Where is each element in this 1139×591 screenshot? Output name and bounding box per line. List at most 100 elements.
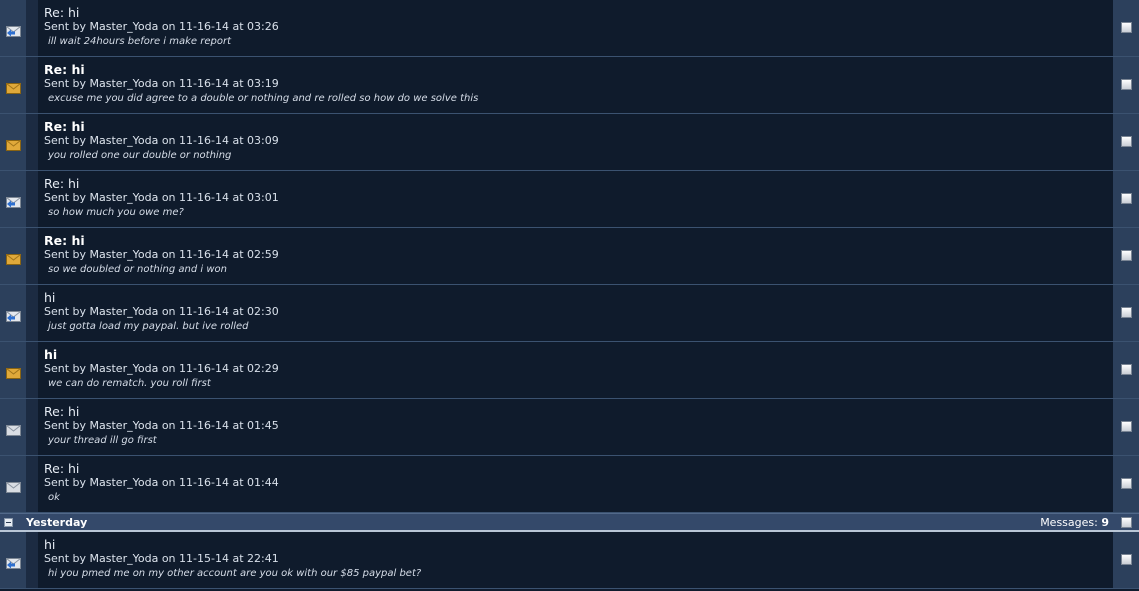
message-date: 11-16-14 (179, 20, 229, 33)
replied-icon (6, 554, 21, 569)
row-separator (26, 532, 38, 588)
message-row[interactable]: hi Sent by Master_Yoda on 11-16-14 at 02… (0, 342, 1139, 399)
message-select-checkbox[interactable] (1121, 250, 1132, 261)
message-date: 11-16-14 (179, 476, 229, 489)
message-time: 02:30 (247, 305, 279, 318)
message-row[interactable]: Re: hi Sent by Master_Yoda on 11-16-14 a… (0, 228, 1139, 285)
group-message-count: Messages: 9 (1040, 516, 1109, 529)
message-snippet: your thread ill go first (48, 435, 157, 446)
message-date: 11-16-14 (179, 191, 229, 204)
message-select-checkbox[interactable] (1121, 22, 1132, 33)
message-date: 11-16-14 (179, 134, 229, 147)
sender-name: Master_Yoda (89, 476, 159, 489)
message-date: 11-16-14 (179, 419, 229, 432)
message-snippet: excuse me you did agree to a double or n… (48, 93, 479, 104)
message-row[interactable]: Re: hi Sent by Master_Yoda on 11-16-14 a… (0, 456, 1139, 513)
message-time: 03:01 (247, 191, 279, 204)
unread-envelope-icon (6, 364, 21, 379)
replied-icon (6, 193, 21, 208)
replied-icon (6, 307, 21, 322)
message-time: 03:26 (247, 20, 279, 33)
unread-envelope-icon (6, 136, 21, 151)
unread-envelope-icon (6, 79, 21, 94)
message-meta: Sent by Master_Yoda on 11-16-14 at 02:29 (44, 362, 279, 375)
message-select-checkbox[interactable] (1121, 478, 1132, 489)
message-snippet: hi you pmed me on my other account are y… (48, 568, 422, 579)
sender-name: Master_Yoda (89, 134, 159, 147)
collapse-toggle-icon[interactable] (4, 518, 13, 527)
replied-icon (6, 22, 21, 37)
message-meta: Sent by Master_Yoda on 11-16-14 at 03:01 (44, 191, 279, 204)
row-separator (26, 114, 38, 170)
message-snippet: so we doubled or nothing and i won (48, 264, 227, 275)
message-date: 11-16-14 (179, 362, 229, 375)
row-separator (26, 171, 38, 227)
message-title-link[interactable]: Re: hi (44, 119, 85, 134)
message-meta: Sent by Master_Yoda on 11-15-14 at 22:41 (44, 552, 279, 565)
row-separator (26, 0, 38, 56)
message-snippet: ok (48, 492, 60, 503)
private-message-list: Re: hi Sent by Master_Yoda on 11-16-14 a… (0, 0, 1139, 589)
message-title-link[interactable]: Re: hi (44, 62, 85, 77)
row-separator (26, 228, 38, 284)
message-time: 01:45 (247, 419, 279, 432)
message-snippet: ill wait 24hours before i make report (48, 36, 232, 47)
message-row[interactable]: Re: hi Sent by Master_Yoda on 11-16-14 a… (0, 114, 1139, 171)
row-separator (26, 285, 38, 341)
message-meta: Sent by Master_Yoda on 11-16-14 at 03:26 (44, 20, 279, 33)
message-select-checkbox[interactable] (1121, 554, 1132, 565)
message-row[interactable]: hi Sent by Master_Yoda on 11-15-14 at 22… (0, 532, 1139, 589)
message-title-link[interactable]: hi (44, 537, 55, 552)
sender-name: Master_Yoda (89, 20, 159, 33)
message-select-checkbox[interactable] (1121, 79, 1132, 90)
message-title-link[interactable]: Re: hi (44, 176, 79, 191)
message-meta: Sent by Master_Yoda on 11-16-14 at 02:59 (44, 248, 279, 261)
message-select-checkbox[interactable] (1121, 136, 1132, 147)
message-title-link[interactable]: Re: hi (44, 233, 85, 248)
message-group-today: Re: hi Sent by Master_Yoda on 11-16-14 a… (0, 0, 1139, 513)
message-row[interactable]: Re: hi Sent by Master_Yoda on 11-16-14 a… (0, 171, 1139, 228)
read-envelope-icon (6, 421, 21, 436)
message-meta: Sent by Master_Yoda on 11-16-14 at 01:45 (44, 419, 279, 432)
message-select-checkbox[interactable] (1121, 193, 1132, 204)
message-date: 11-16-14 (179, 248, 229, 261)
message-select-checkbox[interactable] (1121, 421, 1132, 432)
group-label: Yesterday (26, 516, 88, 529)
message-title-link[interactable]: hi (44, 290, 55, 305)
message-row[interactable]: Re: hi Sent by Master_Yoda on 11-16-14 a… (0, 57, 1139, 114)
message-date: 11-16-14 (179, 305, 229, 318)
message-title-link[interactable]: Re: hi (44, 5, 79, 20)
message-snippet: we can do rematch. you roll first (48, 378, 211, 389)
message-meta: Sent by Master_Yoda on 11-16-14 at 02:30 (44, 305, 279, 318)
message-time: 03:19 (247, 77, 279, 90)
sender-name: Master_Yoda (89, 191, 159, 204)
message-title-link[interactable]: Re: hi (44, 404, 79, 419)
message-time: 03:09 (247, 134, 279, 147)
message-time: 01:44 (247, 476, 279, 489)
row-separator (26, 456, 38, 512)
message-snippet: so how much you owe me? (48, 207, 184, 218)
message-title-link[interactable]: hi (44, 347, 57, 362)
group-select-checkbox[interactable] (1121, 517, 1132, 528)
sender-name: Master_Yoda (89, 248, 159, 261)
message-row[interactable]: Re: hi Sent by Master_Yoda on 11-16-14 a… (0, 0, 1139, 57)
message-time: 02:59 (247, 248, 279, 261)
read-envelope-icon (6, 478, 21, 493)
group-header-yesterday[interactable]: Yesterday Messages: 9 (0, 513, 1139, 532)
row-separator (26, 57, 38, 113)
unread-envelope-icon (6, 250, 21, 265)
message-row[interactable]: Re: hi Sent by Master_Yoda on 11-16-14 a… (0, 399, 1139, 456)
message-meta: Sent by Master_Yoda on 11-16-14 at 03:19 (44, 77, 279, 90)
message-time: 02:29 (247, 362, 279, 375)
message-meta: Sent by Master_Yoda on 11-16-14 at 03:09 (44, 134, 279, 147)
message-date: 11-15-14 (179, 552, 229, 565)
row-separator (26, 399, 38, 455)
message-select-checkbox[interactable] (1121, 307, 1132, 318)
message-title-link[interactable]: Re: hi (44, 461, 79, 476)
message-row[interactable]: hi Sent by Master_Yoda on 11-16-14 at 02… (0, 285, 1139, 342)
message-date: 11-16-14 (179, 77, 229, 90)
message-select-checkbox[interactable] (1121, 364, 1132, 375)
message-snippet: you rolled one our double or nothing (48, 150, 232, 161)
sender-name: Master_Yoda (89, 305, 159, 318)
sender-name: Master_Yoda (89, 419, 159, 432)
